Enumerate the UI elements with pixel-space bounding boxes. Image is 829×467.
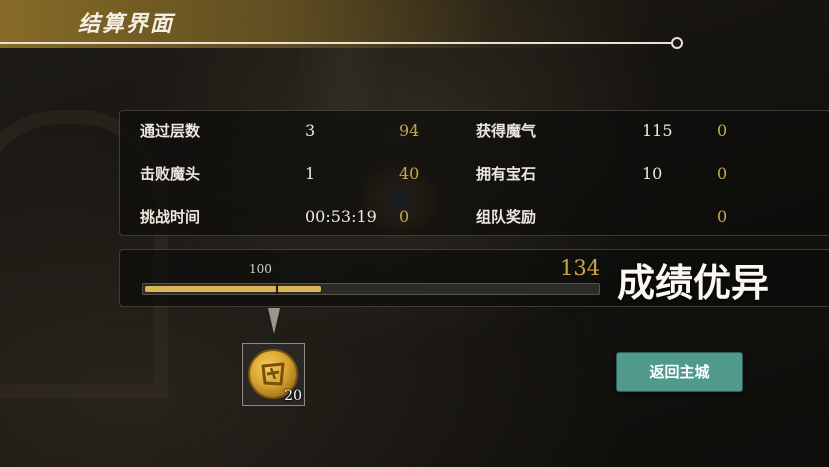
return-to-city-button[interactable]: 返回主城 (616, 352, 743, 392)
stat-label-floors: 通过层数 (140, 122, 201, 140)
reward-count: 20 (284, 388, 302, 404)
stat-value-floors: 3 (305, 121, 316, 140)
score-progress-bar (142, 283, 600, 295)
coin-emblem (261, 362, 285, 386)
stat-score-floors: 94 (399, 121, 420, 140)
grade-rating: 成绩优异 (617, 261, 770, 305)
stat-label-team-bonus: 组队奖励 (476, 208, 537, 226)
reward-item-slot[interactable]: 20 (242, 343, 305, 406)
stat-label-bosses: 击败魔头 (140, 165, 201, 183)
stat-value-bosses: 1 (305, 164, 316, 183)
stat-value-demon-energy: 115 (642, 121, 673, 140)
total-score: 134 (560, 256, 601, 280)
stat-score-bosses: 40 (399, 164, 420, 183)
progress-threshold-tick (276, 284, 278, 294)
stat-label-time: 挑战时间 (140, 208, 201, 226)
background-pillar (300, 40, 390, 120)
header-divider (0, 42, 672, 44)
stat-score-demon-energy: 0 (717, 121, 728, 140)
reward-pointer (268, 308, 280, 334)
stat-label-gems: 拥有宝石 (476, 165, 537, 183)
progress-threshold-label: 100 (249, 262, 272, 276)
score-progress-fill (145, 286, 321, 292)
stat-score-gems: 0 (717, 164, 728, 183)
stat-label-demon-energy: 获得魔气 (476, 122, 537, 140)
page-title: 结算界面 (78, 12, 175, 37)
stat-value-gems: 10 (642, 164, 663, 183)
header-divider-end-dot (671, 37, 683, 49)
stat-score-team-bonus: 0 (717, 207, 728, 226)
stat-score-time: 0 (399, 207, 410, 226)
stat-value-time: 00:53:19 (305, 207, 377, 226)
